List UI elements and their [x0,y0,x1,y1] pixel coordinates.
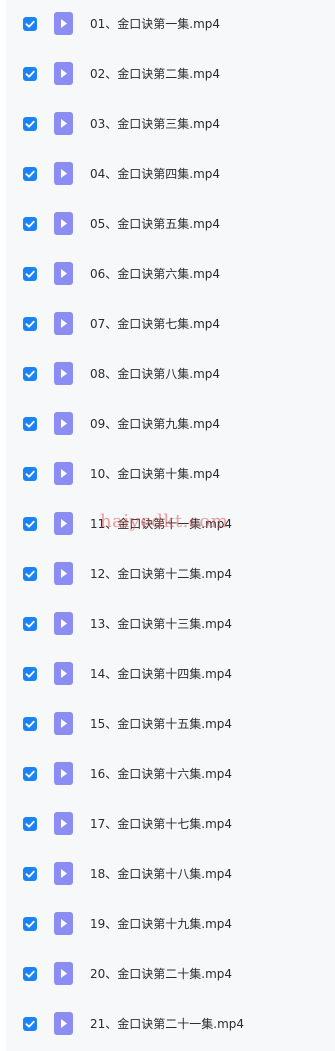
checkbox-checked[interactable] [23,717,37,731]
file-row-13[interactable]: 13、金口诀第十三集.mp4 [0,600,335,650]
file-row-07[interactable]: 07、金口诀第七集.mp4 [0,300,335,350]
checkbox-checked[interactable] [23,817,37,831]
file-row-05[interactable]: 05、金口诀第五集.mp4 [0,200,335,250]
file-row-19[interactable]: 19、金口诀第十九集.mp4 [0,900,335,950]
checkbox-checked[interactable] [23,567,37,581]
checkbox-checked[interactable] [23,667,37,681]
video-file-icon [54,112,73,135]
video-file-icon [54,312,73,335]
video-file-icon [54,362,73,385]
checkbox-checked[interactable] [23,267,37,281]
video-file-icon [54,912,73,935]
file-name: 15、金口诀第十五集.mp4 [90,717,233,731]
checkbox-checked[interactable] [23,767,37,781]
file-name: 08、金口诀第八集.mp4 [90,367,221,381]
file-row-02[interactable]: 02、金口诀第二集.mp4 [0,50,335,100]
file-row-21[interactable]: 21、金口诀第二十一集.mp4 [0,1000,335,1050]
checkbox-checked[interactable] [23,117,37,131]
file-row-14[interactable]: 14、金口诀第十四集.mp4 [0,650,335,700]
video-file-icon [54,1012,73,1035]
file-row-20[interactable]: 20、金口诀第二十集.mp4 [0,950,335,1000]
checkbox-checked[interactable] [23,867,37,881]
file-name: 10、金口诀第十集.mp4 [90,467,221,481]
file-name: 03、金口诀第三集.mp4 [90,117,221,131]
checkbox-checked[interactable] [23,1017,37,1031]
video-file-icon [54,212,73,235]
video-file-icon [54,662,73,685]
checkbox-checked[interactable] [23,217,37,231]
video-file-icon [54,762,73,785]
video-file-icon [54,512,73,535]
file-name: 07、金口诀第七集.mp4 [90,317,221,331]
file-name: 02、金口诀第二集.mp4 [90,67,221,81]
file-name: 12、金口诀第十二集.mp4 [90,567,233,581]
file-name: 18、金口诀第十八集.mp4 [90,867,233,881]
file-row-09[interactable]: 09、金口诀第九集.mp4 [0,400,335,450]
file-row-04[interactable]: 04、金口诀第四集.mp4 [0,150,335,200]
file-row-18[interactable]: 18、金口诀第十八集.mp4 [0,850,335,900]
file-name: 01、金口诀第一集.mp4 [90,17,221,31]
file-row-11[interactable]: 11、金口诀第十一集.mp4 [0,500,335,550]
video-file-icon [54,262,73,285]
file-name: 13、金口诀第十三集.mp4 [90,617,233,631]
checkbox-checked[interactable] [23,917,37,931]
checkbox-checked[interactable] [23,467,37,481]
file-name: 17、金口诀第十七集.mp4 [90,817,233,831]
file-name: 11、金口诀第十一集.mp4 [90,517,233,531]
checkbox-checked[interactable] [23,367,37,381]
file-row-03[interactable]: 03、金口诀第三集.mp4 [0,100,335,150]
file-row-01[interactable]: 01、金口诀第一集.mp4 [0,0,335,50]
file-name: 19、金口诀第十九集.mp4 [90,917,233,931]
file-name: 20、金口诀第二十集.mp4 [90,967,233,981]
file-name: 09、金口诀第九集.mp4 [90,417,221,431]
video-file-icon [54,862,73,885]
file-row-06[interactable]: 06、金口诀第六集.mp4 [0,250,335,300]
checkbox-checked[interactable] [23,967,37,981]
file-row-16[interactable]: 16、金口诀第十六集.mp4 [0,750,335,800]
file-name: 14、金口诀第十四集.mp4 [90,667,233,681]
file-name: 06、金口诀第六集.mp4 [90,267,221,281]
checkbox-checked[interactable] [23,517,37,531]
video-file-icon [54,962,73,985]
video-file-icon [54,62,73,85]
file-name: 16、金口诀第十六集.mp4 [90,767,233,781]
file-name: 04、金口诀第四集.mp4 [90,167,221,181]
file-row-08[interactable]: 08、金口诀第八集.mp4 [0,350,335,400]
checkbox-checked[interactable] [23,617,37,631]
file-list: 01、金口诀第一集.mp4 02、金口诀第二集.mp4 03、金口诀第三集.mp… [0,0,335,1050]
checkbox-checked[interactable] [23,67,37,81]
file-row-17[interactable]: 17、金口诀第十七集.mp4 [0,800,335,850]
video-file-icon [54,562,73,585]
file-row-15[interactable]: 15、金口诀第十五集.mp4 [0,700,335,750]
video-file-icon [54,462,73,485]
video-file-icon [54,812,73,835]
file-row-12[interactable]: 12、金口诀第十二集.mp4 [0,550,335,600]
file-name: 05、金口诀第五集.mp4 [90,217,221,231]
checkbox-checked[interactable] [23,417,37,431]
checkbox-checked[interactable] [23,167,37,181]
video-file-icon [54,162,73,185]
video-file-icon [54,12,73,35]
video-file-icon [54,712,73,735]
file-name: 21、金口诀第二十一集.mp4 [90,1017,245,1031]
file-row-10[interactable]: 10、金口诀第十集.mp4 [0,450,335,500]
video-file-icon [54,612,73,635]
checkbox-checked[interactable] [23,317,37,331]
video-file-icon [54,412,73,435]
checkbox-checked[interactable] [23,17,37,31]
